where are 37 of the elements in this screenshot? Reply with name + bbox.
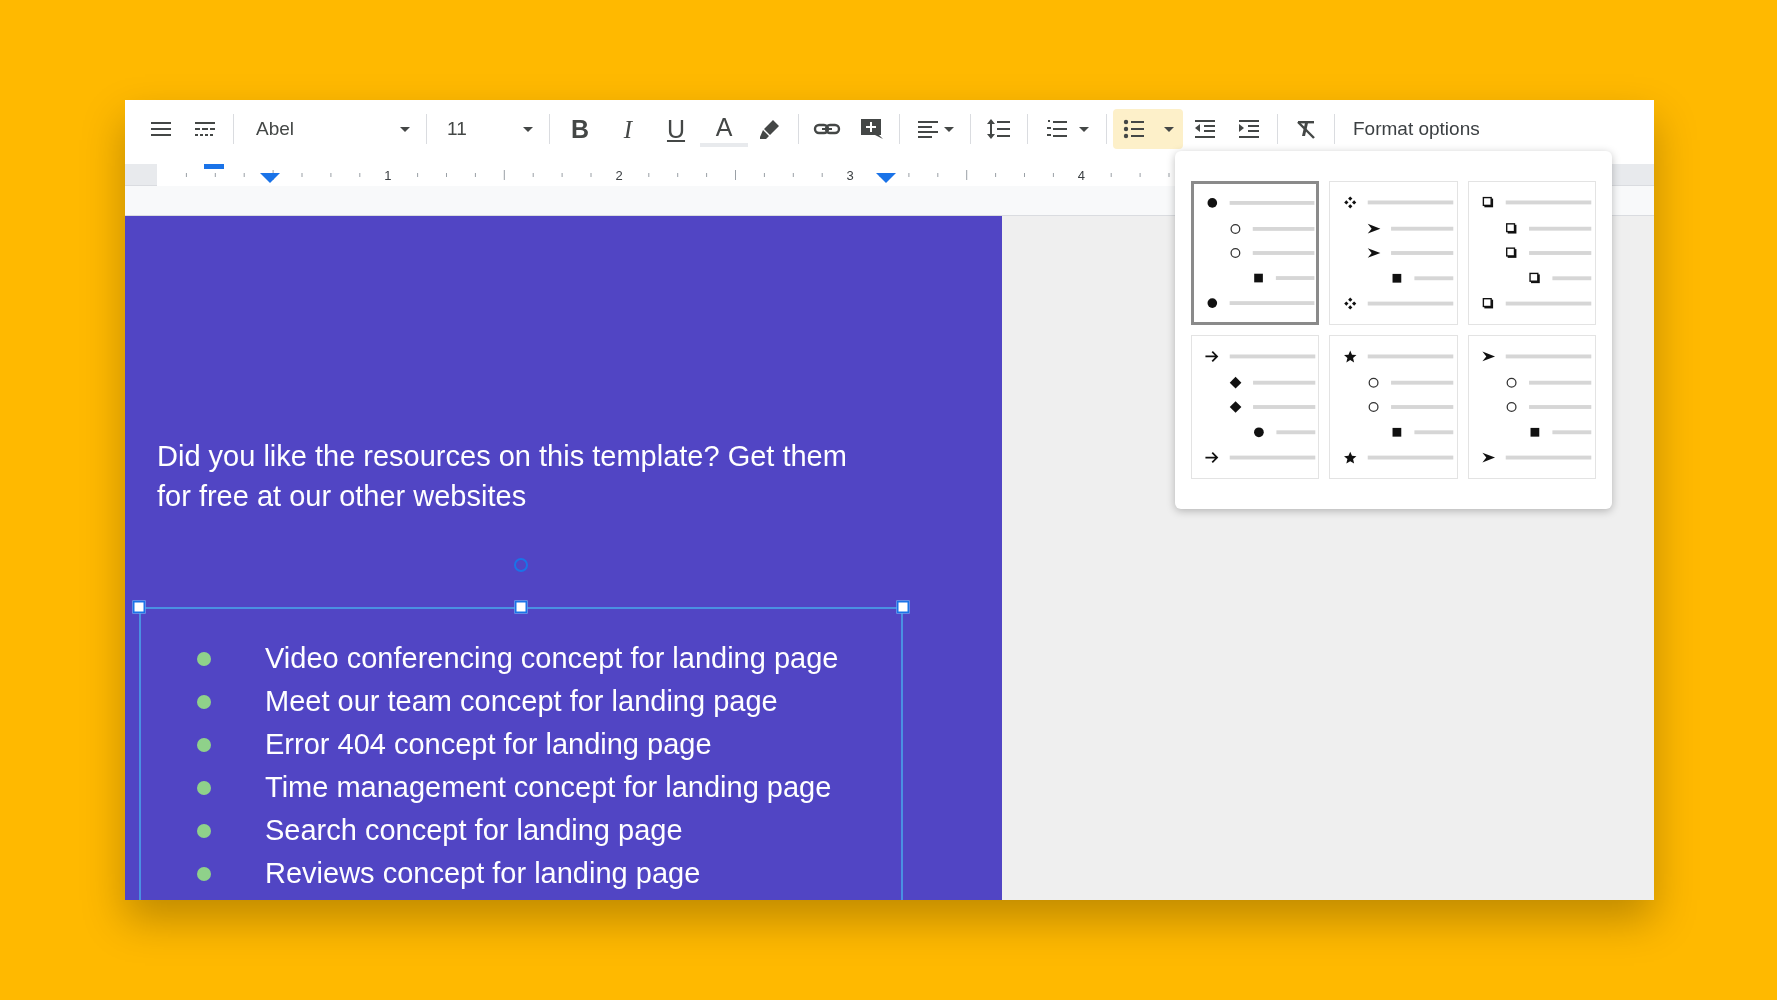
ruler-number: 1: [384, 167, 392, 185]
resize-handle[interactable]: [896, 600, 910, 614]
ruler-number: 3: [846, 167, 854, 185]
comment-plus-icon: [859, 117, 883, 141]
list-item: Meet our team concept for landing page: [265, 683, 778, 719]
list-item: Time management concept for landing page: [265, 769, 832, 805]
font-size-dropdown[interactable]: 11: [433, 111, 543, 147]
caret-icon: [400, 126, 410, 132]
text-color-button[interactable]: A: [700, 111, 748, 147]
italic-button[interactable]: I: [604, 111, 652, 147]
highlighter-icon: [758, 117, 782, 141]
bullet-list-icon: [1122, 117, 1146, 141]
list-item: Reviews concept for landing page: [265, 855, 701, 891]
line-spacing-icon: [986, 117, 1012, 141]
ruler-number: 4: [1077, 167, 1086, 185]
caret-icon: [523, 126, 533, 132]
format-options-button[interactable]: Format options: [1341, 111, 1492, 147]
resize-handle[interactable]: [132, 600, 146, 614]
caret-icon: [944, 126, 954, 132]
ruler-number: 2: [615, 167, 623, 185]
increase-indent-icon: [1237, 117, 1261, 141]
bold-button[interactable]: B: [556, 111, 604, 147]
bulleted-list-button[interactable]: [1113, 109, 1183, 149]
underline-button[interactable]: U: [652, 111, 700, 147]
first-line-indent-icon: [204, 164, 224, 169]
resize-handle[interactable]: [514, 600, 528, 614]
font-family-dropdown[interactable]: Abel: [240, 111, 420, 147]
slide-heading: Did you like the resources on this template? Get them for free at our other websites: [157, 439, 848, 514]
list-item: Error 404 concept for landing page: [265, 726, 712, 762]
caret-icon: [1079, 126, 1089, 132]
decrease-indent-icon: [1193, 117, 1217, 141]
caret-icon: [1164, 126, 1174, 132]
left-indent-icon: [260, 173, 280, 184]
rotate-handle[interactable]: [514, 558, 528, 572]
list-item: Search concept for landing page: [265, 812, 683, 848]
right-indent-icon: [876, 173, 896, 184]
list-item: Video conferencing concept for landing page: [265, 640, 839, 676]
